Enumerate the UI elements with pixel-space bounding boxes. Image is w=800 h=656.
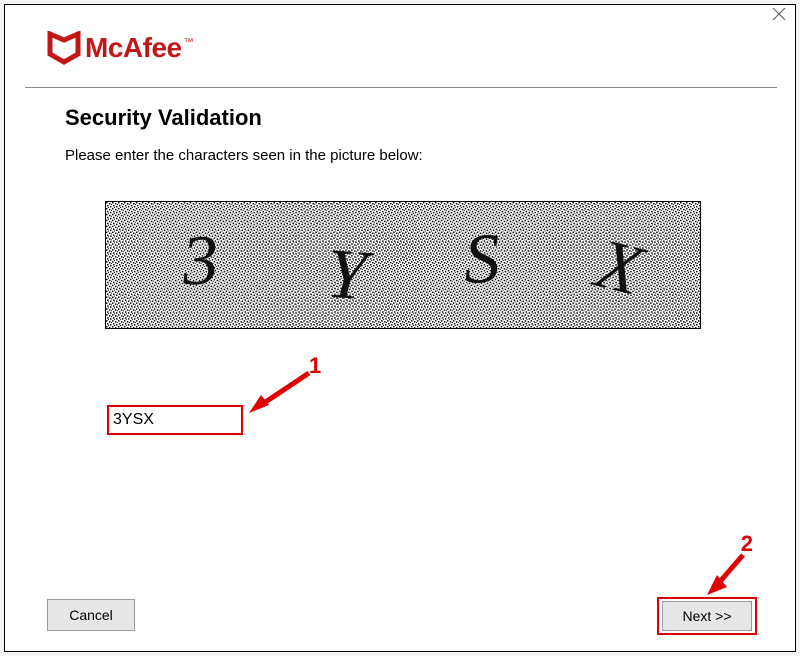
- button-row: Cancel: [47, 595, 753, 631]
- divider: [25, 87, 777, 88]
- page-title: Security Validation: [65, 105, 745, 131]
- dialog-window: McAfee ™ Security Validation Please ente…: [4, 4, 796, 652]
- brand-logo: McAfee ™: [47, 31, 194, 65]
- next-button-highlight: Next >>: [657, 597, 757, 635]
- cancel-button[interactable]: Cancel: [47, 599, 135, 631]
- captcha-image: 3 Y S X: [105, 201, 701, 329]
- close-icon[interactable]: [771, 6, 787, 22]
- arrow-2-icon: [703, 549, 753, 599]
- arrow-1-icon: [247, 367, 317, 415]
- mcafee-shield-icon: [47, 31, 81, 65]
- svg-text:S: S: [463, 219, 502, 299]
- brand-name: McAfee: [85, 32, 182, 64]
- svg-text:3: 3: [179, 220, 220, 300]
- instruction-text: Please enter the characters seen in the …: [65, 147, 745, 164]
- captcha-input-highlight: [107, 405, 243, 435]
- captcha-input[interactable]: [109, 407, 241, 433]
- brand-tm: ™: [184, 37, 194, 48]
- next-button[interactable]: Next >>: [662, 601, 752, 631]
- content-area: Security Validation Please enter the cha…: [65, 105, 745, 188]
- title-bar: [5, 5, 795, 23]
